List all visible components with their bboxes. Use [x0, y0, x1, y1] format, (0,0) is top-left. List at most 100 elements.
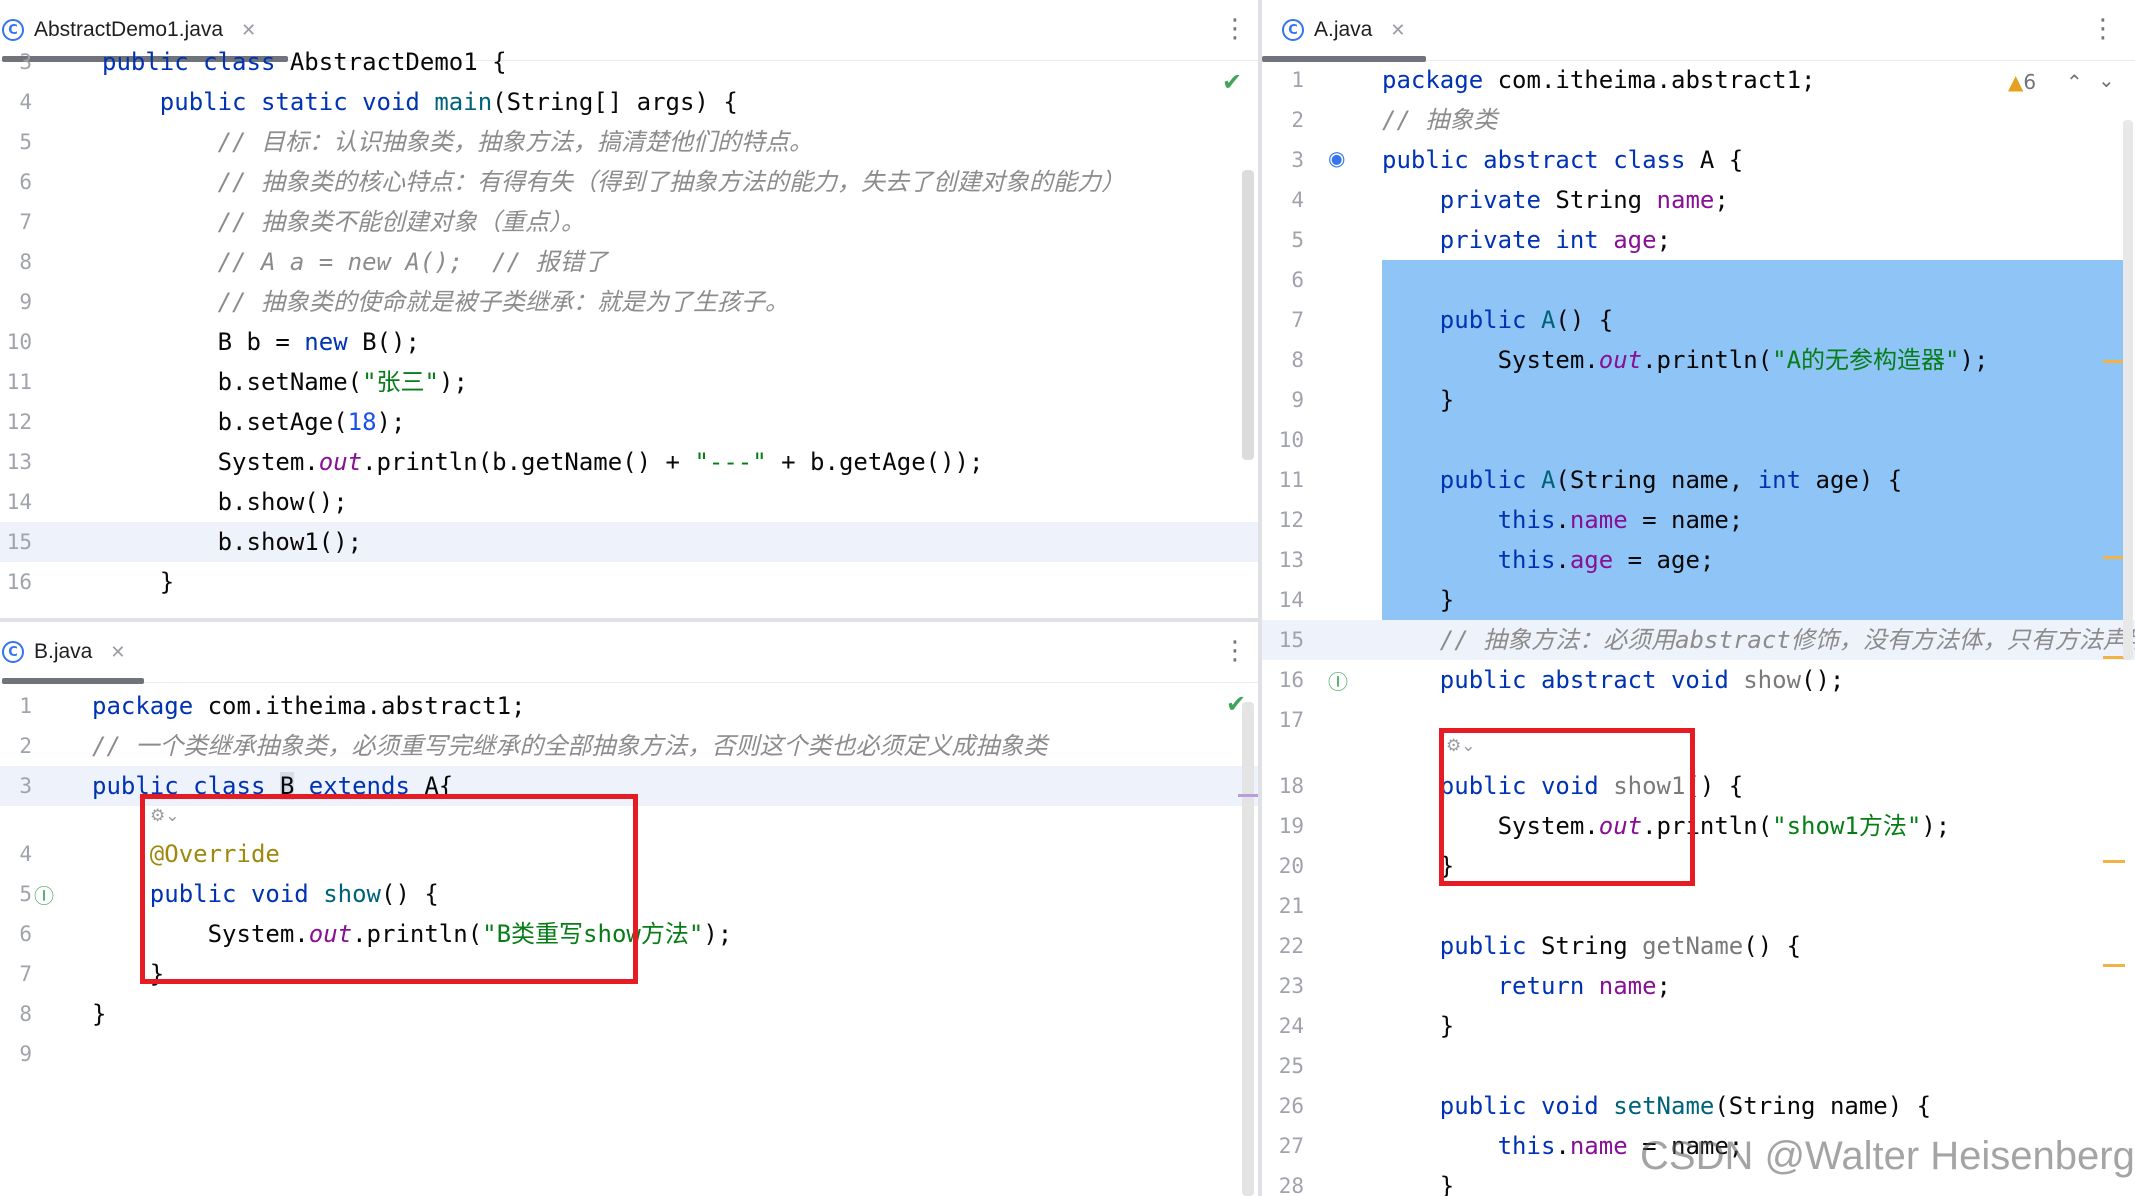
close-icon[interactable]: ✕: [241, 20, 256, 41]
code-line[interactable]: 8 System.out.println("A的无参构造器");: [1262, 340, 2135, 380]
code-text[interactable]: }: [92, 994, 106, 1034]
more-options-icon[interactable]: ⋮: [1222, 636, 1248, 666]
code-line[interactable]: 16 }: [0, 562, 1258, 602]
code-text[interactable]: private int age;: [1382, 220, 1671, 260]
implemented-class-icon[interactable]: ◉: [1328, 146, 1345, 170]
code-text[interactable]: return name;: [1382, 966, 1671, 1006]
tab-b[interactable]: C B.java ✕: [2, 622, 144, 684]
code-text[interactable]: public String getName() {: [1382, 926, 1801, 966]
code-line[interactable]: 3 public class AbstractDemo1 {: [0, 42, 1258, 82]
code-text[interactable]: public abstract void show();: [1382, 660, 1845, 700]
overriding-method-icon[interactable]: Ⓘ: [34, 880, 54, 909]
code-line[interactable]: 12 this.name = name;: [1262, 500, 2135, 540]
code-text[interactable]: public void setName(String name) {: [1382, 1086, 1931, 1126]
code-line[interactable]: 7 // 抽象类不能创建对象（重点）。: [0, 202, 1258, 242]
code-text[interactable]: // 抽象类: [1382, 100, 1497, 140]
code-text[interactable]: }: [1382, 1006, 1454, 1046]
code-text[interactable]: System.out.println("A的无参构造器");: [1382, 340, 1989, 380]
code-line[interactable]: 2 // 一个类继承抽象类，必须重写完继承的全部抽象方法，否则这个类也必须定义成抽…: [0, 726, 1258, 766]
code-area[interactable]: 1 package com.itheima.abstract1; 2 // 一个类继承…: [0, 684, 1258, 1196]
more-options-icon[interactable]: ⋮: [1222, 14, 1248, 44]
code-line[interactable]: 4 private String name;: [1262, 180, 2135, 220]
code-text[interactable]: }: [1382, 380, 1454, 420]
code-area[interactable]: 1 package com.itheima.abstract1; 2 // 抽象类 3 p…: [1262, 62, 2135, 1196]
code-text[interactable]: System.out.println(b.getName() + "---" +…: [102, 442, 984, 482]
code-line[interactable]: 4 public static void main(String[] args)…: [0, 82, 1258, 122]
code-line[interactable]: 5 // 目标：认识抽象类，抽象方法，搞清楚他们的特点。: [0, 122, 1258, 162]
line-number: 1: [1291, 68, 1304, 92]
tab-a[interactable]: C A.java ✕: [1262, 0, 1426, 62]
line-number: 10: [6, 330, 32, 354]
code-text[interactable]: this.age = age;: [1382, 540, 1715, 580]
close-icon[interactable]: ✕: [110, 642, 125, 663]
line-number: 4: [19, 90, 32, 114]
code-text[interactable]: public A() {: [1382, 300, 1613, 340]
code-line[interactable]: 2 // 抽象类: [1262, 100, 2135, 140]
code-line[interactable]: 13 System.out.println(b.getName() + "---…: [0, 442, 1258, 482]
code-line[interactable]: 10 B b = new B();: [0, 322, 1258, 362]
code-line[interactable]: 1 package com.itheima.abstract1;: [1262, 60, 2135, 100]
code-text[interactable]: public class AbstractDemo1 {: [102, 42, 507, 82]
code-line[interactable]: 10: [1262, 420, 2135, 460]
code-text[interactable]: b.setAge(18);: [102, 402, 406, 442]
code-line[interactable]: 9 }: [1262, 380, 2135, 420]
editor-pane-a: C A.java ✕ ⋮ ▲6 ⌃ ⌄ 1 package com.itheima…: [1262, 0, 2135, 1196]
implemented-method-icon[interactable]: Ⓘ: [1328, 666, 1348, 695]
vertical-scrollbar[interactable]: [1242, 702, 1254, 1196]
code-text[interactable]: // A a = new A(); // 报错了: [102, 242, 608, 282]
code-text[interactable]: B b = new B();: [102, 322, 420, 362]
code-text[interactable]: b.show();: [102, 482, 348, 522]
code-text[interactable]: public A(String name, int age) {: [1382, 460, 1902, 500]
close-icon[interactable]: ✕: [1390, 20, 1405, 41]
code-text[interactable]: }: [1382, 580, 1454, 620]
code-text[interactable]: b.show1();: [102, 522, 363, 562]
code-area[interactable]: 3 public class AbstractDemo1 {4 public st…: [0, 48, 1258, 618]
code-text[interactable]: }: [1382, 1166, 1454, 1196]
code-text[interactable]: // 抽象类的使命就是被子类继承：就是为了生孩子。: [102, 282, 789, 322]
code-line[interactable]: 22 public String getName() {: [1262, 926, 2135, 966]
code-line[interactable]: 23 return name;: [1262, 966, 2135, 1006]
code-line[interactable]: 9 // 抽象类的使命就是被子类继承：就是为了生孩子。: [0, 282, 1258, 322]
code-text[interactable]: // 抽象方法：必须用abstract修饰，没有方法体，只有方法声明: [1382, 620, 2135, 660]
code-line[interactable]: 15 // 抽象方法：必须用abstract修饰，没有方法体，只有方法声明: [1262, 620, 2135, 660]
code-line[interactable]: 6: [1262, 260, 2135, 300]
code-text[interactable]: // 一个类继承抽象类，必须重写完继承的全部抽象方法，否则这个类也必须定义成抽象…: [92, 726, 1047, 766]
code-line[interactable]: 3 public abstract class A {: [1262, 140, 2135, 180]
code-line[interactable]: 19 System.out.println("show1方法");: [1262, 806, 2135, 846]
code-text[interactable]: this.name = name;: [1382, 500, 1744, 540]
vertical-scrollbar[interactable]: [1242, 170, 1254, 460]
code-line[interactable]: 11 public A(String name, int age) {: [1262, 460, 2135, 500]
code-line[interactable]: 6 // 抽象类的核心特点：有得有失（得到了抽象方法的能力，失去了创建对象的能力…: [0, 162, 1258, 202]
code-line[interactable]: 1 package com.itheima.abstract1;: [0, 686, 1258, 726]
code-text[interactable]: package com.itheima.abstract1;: [1382, 60, 1816, 100]
code-line[interactable]: 12 b.setAge(18);: [0, 402, 1258, 442]
code-line[interactable]: 8}: [0, 994, 1258, 1034]
code-text[interactable]: // 抽象类不能创建对象（重点）。: [102, 202, 585, 242]
vertical-scrollbar[interactable]: [2123, 120, 2133, 660]
code-line[interactable]: 7 public A() {: [1262, 300, 2135, 340]
code-text[interactable]: // 目标：认识抽象类，抽象方法，搞清楚他们的特点。: [102, 122, 813, 162]
code-text[interactable]: public abstract class A {: [1382, 140, 1743, 180]
code-line[interactable]: 14 }: [1262, 580, 2135, 620]
code-line[interactable]: 15 b.show1();: [0, 522, 1258, 562]
code-line[interactable]: 8 // A a = new A(); // 报错了: [0, 242, 1258, 282]
code-line[interactable]: 26 public void setName(String name) {: [1262, 1086, 2135, 1126]
code-line[interactable]: 25: [1262, 1046, 2135, 1086]
code-line[interactable]: 21: [1262, 886, 2135, 926]
code-line[interactable]: 9: [0, 1034, 1258, 1074]
more-options-icon[interactable]: ⋮: [2090, 14, 2116, 44]
code-line[interactable]: 14 b.show();: [0, 482, 1258, 522]
code-line[interactable]: 11 b.setName("张三");: [0, 362, 1258, 402]
code-text[interactable]: b.setName("张三");: [102, 362, 468, 402]
code-text[interactable]: // 抽象类的核心特点：有得有失（得到了抽象方法的能力，失去了创建对象的能力）: [102, 162, 1125, 202]
code-line[interactable]: 18 public void show1() {: [1262, 766, 2135, 806]
code-line[interactable]: 16 public abstract void show();: [1262, 660, 2135, 700]
code-text[interactable]: private String name;: [1382, 180, 1729, 220]
code-line[interactable]: 20 }: [1262, 846, 2135, 886]
code-text[interactable]: }: [102, 562, 174, 602]
code-line[interactable]: 13 this.age = age;: [1262, 540, 2135, 580]
code-text[interactable]: public static void main(String[] args) {: [102, 82, 738, 122]
code-text[interactable]: package com.itheima.abstract1;: [92, 686, 526, 726]
code-line[interactable]: 5 private int age;: [1262, 220, 2135, 260]
code-line[interactable]: 24 }: [1262, 1006, 2135, 1046]
